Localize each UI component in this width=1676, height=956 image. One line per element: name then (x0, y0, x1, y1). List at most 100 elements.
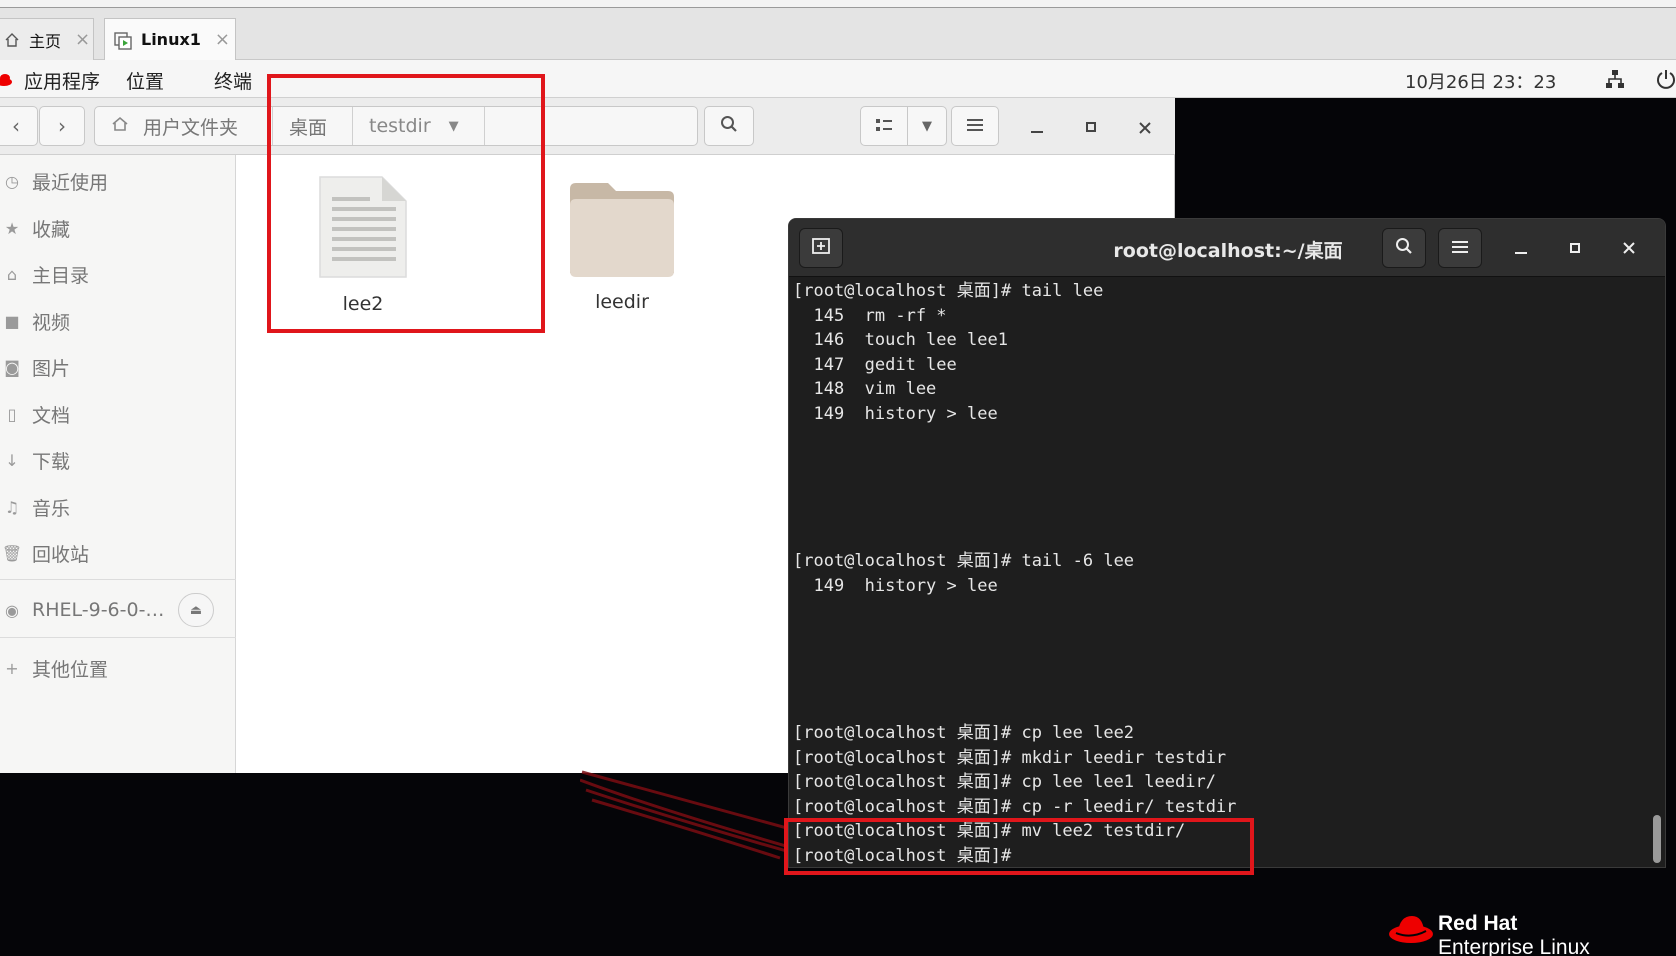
vm-tab-linux1-label: Linux1 (141, 30, 201, 49)
file-name: lee2 (342, 293, 384, 315)
gnome-top-bar: 应用程序 位置 终端 10月26日 23：23 (0, 60, 1676, 98)
vm-running-icon (113, 29, 135, 51)
places-menu[interactable]: 位置 (126, 67, 164, 94)
terminal-minimize-button[interactable] (1499, 228, 1543, 268)
terminal-line: 146 touch lee lee1 (793, 330, 1008, 350)
sidebar-item-label: 其他位置 (32, 658, 109, 681)
plus-icon: + (5, 658, 19, 678)
redhat-brand-line2: Enterprise Linux (1438, 936, 1590, 956)
sidebar-item-downloads[interactable]: ↓ 下载 (0, 440, 236, 480)
home-icon: ⌂ (6, 264, 18, 284)
terminal-app-menu[interactable]: 终端 (214, 67, 252, 94)
file-item-lee2[interactable]: lee2 (293, 175, 433, 315)
applications-menu[interactable]: 应用程序 (24, 67, 100, 94)
terminal-close-button[interactable] (1607, 228, 1651, 268)
terminal-line: 149 history > lee (793, 404, 998, 424)
terminal-line: 147 gedit lee (793, 355, 957, 375)
redhat-hat-icon (1388, 912, 1434, 950)
sidebar-item-documents[interactable]: ▯ 文档 (0, 394, 236, 434)
terminal-maximize-button[interactable] (1553, 228, 1597, 268)
breadcrumb-testdir[interactable]: testdir ▼ (353, 107, 485, 145)
home-icon (1, 29, 23, 51)
sidebar-item-label: 视频 (32, 311, 71, 334)
terminal-line: 145 rm -rf * (793, 306, 947, 326)
terminal-line: [root@localhost 桌面]# mkdir leedir testdi… (793, 748, 1227, 768)
sidebar-item-label: 收藏 (32, 218, 71, 241)
sidebar-divider (0, 579, 236, 580)
terminal-window: root@localhost:~/桌面 [root@localhost 桌面]#… (788, 218, 1666, 868)
sidebar-item-label: 图片 (32, 357, 71, 380)
chevron-left-icon: ‹ (12, 114, 20, 138)
terminal-search-button[interactable] (1382, 228, 1426, 268)
search-button[interactable] (704, 106, 754, 146)
back-button[interactable]: ‹ (0, 106, 38, 146)
file-name: leedir (595, 291, 649, 313)
eject-button[interactable]: ⏏ (178, 593, 214, 627)
view-options-button[interactable]: ▼ (907, 106, 947, 146)
close-icon (1623, 239, 1635, 258)
breadcrumb-home-label: 用户文件夹 (143, 116, 239, 139)
desktop-wallpaper-swirl (580, 770, 817, 860)
sidebar-item-label: 音乐 (32, 497, 71, 520)
vm-tab-linux1[interactable]: Linux1 × (104, 18, 236, 60)
vm-tab-strip: 主页 × Linux1 × (0, 0, 1676, 60)
file-item-leedir[interactable]: leedir (552, 179, 692, 313)
music-icon: ♫ (4, 497, 20, 517)
dropdown-arrow-icon: ▼ (448, 118, 459, 134)
vm-tab-home[interactable]: 主页 × (0, 18, 94, 60)
files-headerbar: ‹ › 用户文件夹 桌面 testdir ▼ ▼ (0, 98, 1175, 155)
sidebar-item-videos[interactable]: ■ 视频 (0, 301, 236, 341)
sidebar-item-music[interactable]: ♫ 音乐 (0, 487, 236, 527)
breadcrumb-desktop[interactable]: 桌面 (273, 107, 353, 145)
sidebar-item-device[interactable]: ◉ RHEL-9-6-0-… ⏏ (0, 590, 236, 630)
terminal-output[interactable]: [root@localhost 桌面]# tail lee 145 rm -rf… (791, 277, 1647, 867)
main-menu-button[interactable] (951, 106, 999, 146)
home-icon (111, 115, 129, 137)
sidebar-item-label: 主目录 (32, 264, 90, 287)
power-icon[interactable] (1656, 68, 1676, 95)
close-icon[interactable]: × (215, 29, 230, 50)
breadcrumb-home[interactable]: 用户文件夹 (95, 107, 273, 145)
sidebar-item-other-locations[interactable]: + 其他位置 (0, 648, 236, 688)
video-icon: ■ (4, 311, 20, 331)
clock[interactable]: 10月26日 23：23 (1405, 68, 1556, 94)
terminal-headerbar: root@localhost:~/桌面 (789, 219, 1665, 277)
document-icon: ▯ (7, 404, 17, 424)
terminal-line: [root@localhost 桌面]# cp -r leedir/ testd… (793, 797, 1237, 817)
minimize-button[interactable] (1022, 112, 1052, 142)
folder-icon (568, 179, 676, 283)
sidebar-item-label: 最近使用 (32, 171, 109, 194)
new-tab-button[interactable] (799, 228, 843, 268)
sidebar-item-recent[interactable]: ◷ 最近使用 (0, 161, 236, 201)
terminal-line: [root@localhost 桌面]# mv lee2 testdir/ (793, 821, 1186, 841)
redhat-hat-icon[interactable] (0, 70, 12, 92)
terminal-menu-button[interactable] (1438, 228, 1482, 268)
hamburger-menu-icon (1452, 239, 1468, 258)
trash-icon: 🗑 (1, 543, 23, 563)
close-icon[interactable]: × (75, 29, 90, 50)
camera-icon: ◙ (4, 357, 20, 377)
star-icon: ★ (4, 218, 20, 238)
terminal-scrollbar[interactable] (1653, 815, 1661, 863)
terminal-line: [root@localhost 桌面]# cp lee lee1 leedir/ (793, 772, 1216, 792)
breadcrumb-desktop-label: 桌面 (289, 116, 328, 139)
redhat-brand-line1: Red Hat (1438, 912, 1518, 935)
view-mode-button[interactable] (860, 106, 908, 146)
sidebar-item-label: 下载 (32, 450, 71, 473)
sidebar-item-pictures[interactable]: ◙ 图片 (0, 347, 236, 387)
text-file-icon (316, 175, 410, 285)
maximize-button[interactable] (1076, 112, 1106, 142)
hamburger-menu-icon (967, 117, 983, 136)
sidebar-item-home[interactable]: ⌂ 主目录 (0, 254, 236, 294)
sidebar-item-trash[interactable]: 🗑 回收站 (0, 533, 236, 573)
sidebar-item-starred[interactable]: ★ 收藏 (0, 208, 236, 248)
download-icon: ↓ (5, 450, 19, 470)
close-button[interactable] (1130, 112, 1160, 142)
network-icon[interactable] (1604, 68, 1626, 95)
forward-button[interactable]: › (39, 106, 85, 146)
vm-titlebar-edge (0, 0, 1676, 8)
breadcrumb-testdir-label: testdir (369, 115, 431, 137)
minimize-icon (1031, 131, 1043, 133)
terminal-line: [root@localhost 桌面]# cp lee lee2 (793, 723, 1135, 743)
vm-screen: 主页 × Linux1 × 应用程序 位置 终端 10月26日 23：23 ‹ … (0, 0, 1676, 956)
